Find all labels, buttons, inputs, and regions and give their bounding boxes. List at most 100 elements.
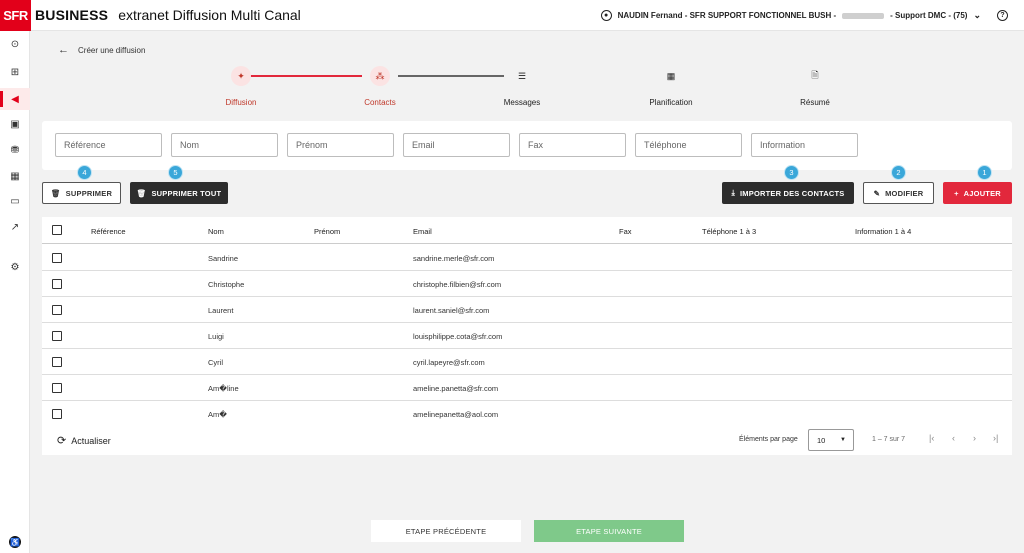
telephone-filter-input[interactable]: Téléphone <box>635 133 742 157</box>
table-row[interactable]: Christophe christophe.filbien@sfr.com <box>42 271 1012 297</box>
items-per-page-label: Éléments par page <box>739 436 798 443</box>
cell-email: cyril.lapeyre@sfr.com <box>413 358 485 367</box>
header-prenom[interactable]: Prénom <box>314 227 340 236</box>
badge-ajouter: 1 <box>977 165 992 180</box>
previous-page-icon[interactable]: ‹ <box>952 433 955 443</box>
ajouter-button[interactable]: + AJOUTER <box>943 182 1012 204</box>
caret-down-icon: ▼ <box>840 437 846 443</box>
cell-nom: Laurent <box>208 306 234 315</box>
accessibility-icon[interactable]: ♿ <box>0 531 30 553</box>
button-label: SUPPRIMER <box>65 188 113 198</box>
prenom-filter-input[interactable]: Prénom <box>287 133 394 157</box>
step-resume[interactable]: 🗎 Résumé <box>765 66 865 107</box>
step-messages[interactable]: ☰ Messages <box>472 66 572 107</box>
calendar-icon: ▦ <box>661 66 681 86</box>
table-row[interactable]: Am�line ameline.panetta@sfr.com <box>42 375 1012 401</box>
megaphone-icon: ✦ <box>231 66 251 86</box>
header-fax[interactable]: Fax <box>619 227 632 236</box>
sidebar: ⊙ ⊞ ◀ ▣ ⛃ ▦ ▭ ↗ ⚙ ♿ <box>0 31 30 553</box>
fax-filter-input[interactable]: Fax <box>519 133 626 157</box>
brand-name: BUSINESS <box>35 7 109 23</box>
filter-panel: Référence Nom Prénom Email Fax Téléphone… <box>42 121 1012 170</box>
button-label: AJOUTER <box>963 188 1001 198</box>
button-label: IMPORTER DES CONTACTS <box>740 188 845 198</box>
contact-card-icon[interactable]: ▣ <box>0 113 30 135</box>
items-per-page-select[interactable]: 10 ▼ <box>808 429 854 451</box>
cell-nom: Christophe <box>208 280 245 289</box>
row-checkbox[interactable] <box>52 357 62 367</box>
chat-icon[interactable]: ▭ <box>0 190 30 212</box>
cell-nom: Cyril <box>208 358 223 367</box>
plus-icon: + <box>954 188 959 198</box>
reference-filter-input[interactable]: Référence <box>55 133 162 157</box>
cell-nom: Am� <box>208 410 227 419</box>
megaphone-icon[interactable]: ◀ <box>0 88 30 110</box>
document-search-icon: 🗎 <box>805 66 825 86</box>
row-checkbox[interactable] <box>52 409 62 419</box>
cell-nom: Luigi <box>208 332 224 341</box>
information-filter-input[interactable]: Information <box>751 133 858 157</box>
download-icon: ⤓ <box>731 188 736 197</box>
cell-nom: Sandrine <box>208 254 239 263</box>
items-per-page-value: 10 <box>817 435 826 445</box>
back-label: Créer une diffusion <box>78 45 146 55</box>
table-row[interactable]: Luigi louisphilippe.cota@sfr.com <box>42 323 1012 349</box>
refresh-label: Actualiser <box>71 435 111 446</box>
first-page-icon[interactable]: |‹ <box>929 433 934 443</box>
row-checkbox[interactable] <box>52 279 62 289</box>
header-email[interactable]: Email <box>413 227 432 236</box>
app-title: extranet Diffusion Multi Canal <box>118 7 301 23</box>
top-bar: SFR BUSINESS extranet Diffusion Multi Ca… <box>0 0 1024 31</box>
row-checkbox[interactable] <box>52 253 62 263</box>
step-label: Résumé <box>800 98 830 107</box>
table-row[interactable]: Laurent laurent.saniel@sfr.com <box>42 297 1012 323</box>
back-link[interactable]: ← Créer une diffusion <box>58 44 145 56</box>
header-reference[interactable]: Référence <box>91 227 126 236</box>
supprimer-tout-button[interactable]: 🗑 SUPPRIMER TOUT <box>130 182 228 204</box>
help-circle-icon[interactable]: ? <box>997 10 1008 21</box>
email-filter-input[interactable]: Email <box>403 133 510 157</box>
next-page-icon[interactable]: › <box>973 433 976 443</box>
chevron-down-icon[interactable]: ⌄ <box>973 10 981 21</box>
layout-icon[interactable]: ⊞ <box>0 61 30 83</box>
trend-icon[interactable]: ↗ <box>0 216 30 238</box>
table-row[interactable]: Sandrine sandrine.merle@sfr.com <box>42 245 1012 271</box>
step-contacts[interactable]: ⁂ Contacts <box>330 66 430 107</box>
step-label: Planification <box>649 98 693 107</box>
previous-step-button[interactable]: ETAPE PRÉCÉDENTE <box>371 520 521 542</box>
header-information[interactable]: Information 1 à 4 <box>855 227 911 236</box>
step-label: Diffusion <box>225 98 257 107</box>
arrow-circle-icon[interactable]: ⊙ <box>0 33 30 55</box>
refresh-button[interactable]: ⟳ Actualiser <box>57 434 111 447</box>
badge-supprimer-tout: 5 <box>168 165 183 180</box>
message-icon: ☰ <box>512 66 532 86</box>
sfr-logo: SFR <box>0 0 31 31</box>
stamp-icon[interactable]: ⛃ <box>0 139 30 161</box>
last-page-icon[interactable]: ›| <box>993 433 998 443</box>
row-checkbox[interactable] <box>52 331 62 341</box>
step-diffusion[interactable]: ✦ Diffusion <box>191 66 291 107</box>
row-checkbox[interactable] <box>52 383 62 393</box>
table-row[interactable]: Am� amelinepanetta@aol.com <box>42 401 1012 427</box>
nom-filter-input[interactable]: Nom <box>171 133 278 157</box>
settings-shield-icon[interactable]: ⚙ <box>0 256 30 278</box>
cell-nom: Am�line <box>208 384 239 393</box>
badge-supprimer: 4 <box>77 165 92 180</box>
pagination-range: 1 – 7 sur 7 <box>872 436 906 443</box>
step-planification[interactable]: ▦ Planification <box>621 66 721 107</box>
importer-contacts-button[interactable]: ⤓ IMPORTER DES CONTACTS <box>722 182 854 204</box>
supprimer-button[interactable]: 🗑 SUPPRIMER <box>42 182 121 204</box>
cell-email: laurent.saniel@sfr.com <box>413 306 490 315</box>
modifier-button[interactable]: ✎ MODIFIER <box>863 182 934 204</box>
table-row[interactable]: Cyril cyril.lapeyre@sfr.com <box>42 349 1012 375</box>
arrow-left-icon: ← <box>58 44 69 56</box>
row-checkbox[interactable] <box>52 305 62 315</box>
calendar-clock-icon[interactable]: ▦ <box>0 165 30 187</box>
user-menu[interactable]: ● NAUDIN Fernand - SFR SUPPORT FONCTIONN… <box>600 0 1008 31</box>
cell-email: louisphilippe.cota@sfr.com <box>413 332 503 341</box>
header-nom[interactable]: Nom <box>208 227 224 236</box>
header-telephone[interactable]: Téléphone 1 à 3 <box>702 227 756 236</box>
button-label: MODIFIER <box>885 188 924 198</box>
select-all-checkbox[interactable] <box>52 225 62 235</box>
next-step-button[interactable]: ETAPE SUIVANTE <box>534 520 684 542</box>
